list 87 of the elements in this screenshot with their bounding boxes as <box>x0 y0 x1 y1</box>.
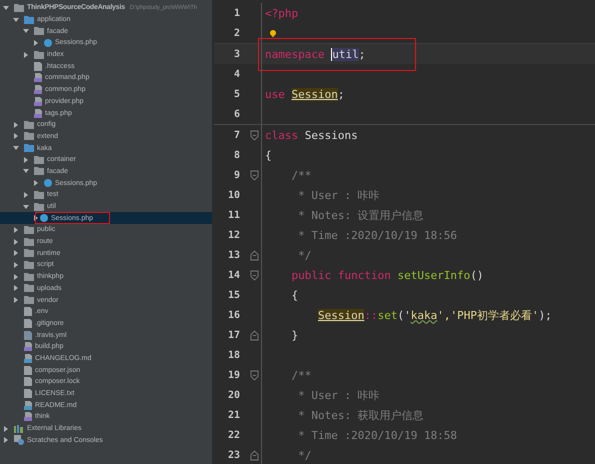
line-number: 12 <box>226 230 240 240</box>
line-number: 5 <box>232 88 240 100</box>
expand-arrow-icon[interactable] <box>13 238 19 245</box>
expand-arrow-icon[interactable] <box>13 226 19 233</box>
fold-marker-icon[interactable] <box>250 130 259 140</box>
line-number: 15 <box>226 290 240 300</box>
code-line: public function setUserInfo() <box>290 268 484 282</box>
code-line: /** <box>290 168 312 182</box>
line-number: 8 <box>232 150 240 160</box>
expand-arrow-icon[interactable] <box>13 145 19 152</box>
code-line: Session::set('kaka','PHP初学者必看'); <box>316 308 552 322</box>
expand-arrow-icon[interactable] <box>23 168 29 174</box>
expand-arrow-icon[interactable] <box>13 250 19 256</box>
code-line: { <box>265 148 272 162</box>
expand-arrow-icon[interactable] <box>13 133 19 140</box>
code-line: * Time :2020/10/19 18:56 <box>297 228 458 242</box>
expand-arrow-icon[interactable] <box>3 437 9 444</box>
scratches-icon <box>14 435 24 446</box>
expand-arrow-icon[interactable] <box>3 426 9 432</box>
expand-arrow-icon[interactable] <box>23 156 29 163</box>
line-number: 9 <box>232 170 240 180</box>
file-icon <box>34 73 42 82</box>
line-number: 1 <box>232 8 240 18</box>
class-icon <box>40 214 48 222</box>
line-number: 14 <box>226 270 240 280</box>
expand-arrow-icon[interactable] <box>23 204 29 210</box>
fold-marker-icon[interactable] <box>250 170 259 180</box>
line-number: 23 <box>226 450 240 460</box>
code-line: use Session; <box>265 88 344 100</box>
fold-marker-icon[interactable] <box>250 270 259 280</box>
line-number: 16 <box>226 310 240 320</box>
expand-arrow-icon[interactable] <box>23 52 29 58</box>
fold-marker-icon[interactable] <box>250 450 259 460</box>
file-icon <box>24 354 32 363</box>
class-icon <box>44 179 52 188</box>
line-number: 10 <box>226 190 240 200</box>
expand-arrow-icon[interactable] <box>13 262 19 268</box>
code-line: * Time :2020/10/19 18:58 <box>297 428 458 442</box>
line-number: 6 <box>232 108 240 120</box>
fold-marker-icon[interactable] <box>250 250 259 260</box>
expand-arrow-icon[interactable] <box>23 28 29 34</box>
code-line: * User : 咔咔 <box>297 388 380 402</box>
class-icon <box>44 38 52 47</box>
expand-arrow-icon[interactable] <box>33 180 39 186</box>
line-number: 21 <box>226 410 240 420</box>
line-number: 3 <box>232 48 240 60</box>
code-line: <?php <box>265 6 298 20</box>
expand-arrow-icon[interactable] <box>23 192 29 198</box>
file-icon <box>34 62 42 71</box>
expand-arrow-icon[interactable] <box>33 40 39 46</box>
line-number: 20 <box>226 390 240 400</box>
folder-icon <box>34 50 44 59</box>
code-line: */ <box>297 448 312 462</box>
expand-arrow-icon[interactable] <box>13 285 19 292</box>
file-icon <box>34 96 42 106</box>
expand-arrow-icon[interactable] <box>13 122 19 128</box>
line-number: 19 <box>226 370 240 380</box>
line-number: 4 <box>232 68 240 80</box>
file-icon <box>24 342 32 352</box>
line-number: 18 <box>226 350 240 360</box>
fold-marker-icon[interactable] <box>250 370 259 380</box>
expand-arrow-icon[interactable] <box>13 274 19 280</box>
file-icon <box>34 85 42 94</box>
code-line: * Notes: 设置用户信息 <box>297 208 424 222</box>
line-number: 22 <box>226 430 240 440</box>
expand-arrow-icon[interactable] <box>33 215 39 222</box>
expand-arrow-icon[interactable] <box>3 4 9 11</box>
line-number: 2 <box>232 28 240 38</box>
fold-marker-icon[interactable] <box>250 330 259 340</box>
code-line: { <box>290 288 298 302</box>
expand-arrow-icon[interactable] <box>13 16 19 23</box>
file-icon <box>24 400 32 410</box>
line-number: 11 <box>226 210 240 220</box>
line-number: 13 <box>226 250 240 260</box>
code-line: class Sessions <box>265 128 358 142</box>
line-number: 7 <box>232 130 240 140</box>
file-icon <box>24 412 32 422</box>
code-line: * User : 咔咔 <box>297 188 380 202</box>
lightbulb-icon[interactable] <box>270 30 276 36</box>
line-number: 17 <box>226 330 240 340</box>
code-line: /** <box>290 368 312 382</box>
library-icon <box>14 424 24 433</box>
file-icon <box>34 108 42 118</box>
code-line: * Notes: 获取用户信息 <box>297 408 424 422</box>
code-line: } <box>290 328 298 342</box>
expand-arrow-icon[interactable] <box>13 297 19 304</box>
code-line: */ <box>297 248 312 262</box>
